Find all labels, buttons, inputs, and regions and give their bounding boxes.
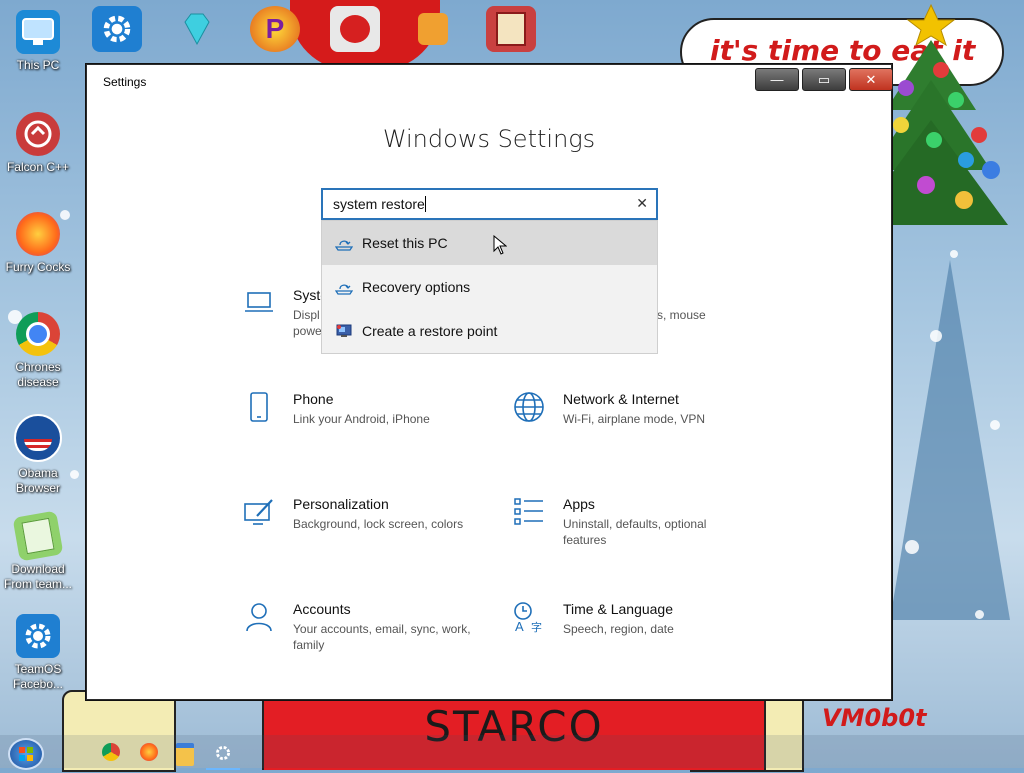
browser-logo-icon	[14, 414, 62, 462]
person-icon	[246, 603, 272, 632]
taskbar-chrome-icon[interactable]	[102, 743, 120, 761]
category-name: Accounts	[293, 601, 351, 617]
suggestion-create-restore-point[interactable]: Create a restore point	[322, 309, 657, 353]
mouse-cursor-icon	[493, 235, 507, 255]
suggestion-label: Reset this PC	[362, 235, 448, 251]
category-name: Network & Internet	[563, 391, 679, 407]
notepad-icon	[12, 510, 64, 562]
svg-text:字: 字	[531, 620, 542, 633]
category-description: Uninstall, defaults, optional features	[563, 517, 707, 547]
snowflake	[950, 250, 958, 258]
search-input-text: system restore	[333, 196, 426, 212]
taskbar-settings-button[interactable]	[206, 744, 240, 770]
maximize-button[interactable]: ▭	[802, 68, 846, 91]
search-value: system restore	[333, 196, 425, 212]
wallpaper-tree	[890, 260, 1010, 620]
windows-logo-icon	[19, 747, 33, 761]
desktop-icon-download[interactable]: Download From team...	[0, 510, 76, 592]
laptop-icon	[245, 292, 273, 312]
category-description: Wi-Fi, airplane mode, VPN	[563, 412, 706, 426]
category-name: Personalization	[293, 496, 389, 512]
minimize-icon: —	[770, 72, 784, 87]
diamond-icon	[184, 13, 210, 46]
wallpaper-signature: VM0b0t	[822, 704, 927, 732]
restore-point-icon	[334, 323, 354, 339]
category-name: Apps	[563, 496, 595, 512]
desktop-icon-firefox[interactable]: Furry Cocks	[0, 212, 76, 275]
top-icon-angry-birds[interactable]	[330, 6, 380, 52]
category-description: Speech, region, date	[563, 622, 674, 636]
desktop-icon-label: Falcon C++	[6, 160, 70, 174]
suggestion-label: Create a restore point	[362, 323, 498, 339]
personalization-icon	[244, 499, 273, 525]
firefox-icon	[16, 212, 60, 256]
time-language-icon: A字	[514, 602, 542, 633]
window-controls: — ▭ ✕	[755, 68, 893, 91]
taskbar-firefox-icon[interactable]	[140, 743, 158, 761]
desktop-icon-obama-browser[interactable]: Obama Browser	[0, 414, 76, 496]
svg-text:A: A	[515, 619, 524, 633]
suggestion-label: Recovery options	[362, 279, 471, 295]
category-description: Your accounts, email, sync, work, family	[293, 622, 471, 652]
gear-icon	[103, 15, 131, 43]
clear-search-icon[interactable]: ✕	[636, 195, 648, 212]
desktop-icon-label: Download From team...	[3, 562, 72, 591]
desktop-icon-this-pc[interactable]: This PC	[0, 10, 76, 73]
candle-icon	[418, 13, 448, 45]
snowflake	[975, 610, 984, 619]
reset-icon	[334, 235, 354, 251]
window-title: Settings	[103, 75, 147, 89]
settings-window: Settings — ▭ ✕ Windows Settings Syste Di…	[86, 64, 893, 700]
settings-search-input[interactable]: system restore ✕	[321, 188, 658, 220]
page-title: Windows Settings	[382, 125, 596, 153]
top-icon-peggle[interactable]: P	[250, 6, 300, 52]
monitor-icon	[16, 10, 60, 54]
desktop-icon-label: TeamOS Facebo...	[12, 662, 64, 691]
desktop-icon-falcon[interactable]: Falcon C++	[0, 112, 76, 175]
text-caret	[424, 196, 426, 212]
phone-icon	[250, 392, 268, 422]
close-button[interactable]: ✕	[849, 68, 893, 91]
top-icon-extras[interactable]	[486, 6, 536, 52]
close-icon: ✕	[865, 71, 877, 87]
category-description: s, mouse	[657, 308, 706, 322]
peggle-p-icon: P	[265, 13, 285, 44]
category-description: Background, lock screen, colors	[293, 517, 464, 531]
maximize-icon: ▭	[817, 71, 831, 87]
snowflake	[990, 420, 1000, 430]
desktop-icon-teamos[interactable]: TeamOS Facebo...	[0, 614, 76, 692]
recycle-icon	[16, 112, 60, 156]
suggestion-recovery-options[interactable]: Recovery options	[322, 265, 657, 309]
desktop-icon-label: Chrones disease	[15, 360, 61, 389]
search-suggestions: Reset this PC Recovery options Create a …	[321, 220, 658, 354]
recovery-icon	[334, 279, 354, 295]
category-name: Phone	[293, 391, 334, 407]
top-icon-candle[interactable]	[408, 6, 458, 52]
desktop-icon-label: Furry Cocks	[5, 260, 71, 274]
gear-icon	[16, 614, 60, 658]
book-icon	[496, 12, 526, 46]
desktop-icon-label: This PC	[16, 58, 60, 72]
minimize-button[interactable]: —	[755, 68, 799, 91]
category-name: Time & Language	[563, 601, 673, 617]
angry-bird-icon	[340, 15, 370, 43]
snowflake	[905, 540, 919, 554]
taskbar-file-explorer-icon[interactable]	[176, 743, 194, 766]
category-description: Link your Android, iPhone	[293, 412, 430, 426]
start-button[interactable]	[8, 738, 44, 770]
snowflake	[930, 330, 942, 342]
desktop-icon-label: Obama Browser	[15, 466, 60, 495]
top-icon-gem[interactable]	[172, 6, 222, 52]
globe-icon	[514, 392, 544, 422]
suggestion-reset-this-pc[interactable]: Reset this PC	[322, 221, 657, 265]
title-bar[interactable]: Settings — ▭ ✕	[87, 65, 893, 99]
taskbar-gear-icon	[215, 745, 231, 761]
desktop-icon-chrome[interactable]: Chrones disease	[0, 312, 76, 390]
top-icon-teamos[interactable]	[92, 6, 142, 52]
apps-icon	[514, 498, 543, 525]
chrome-icon	[16, 312, 60, 356]
